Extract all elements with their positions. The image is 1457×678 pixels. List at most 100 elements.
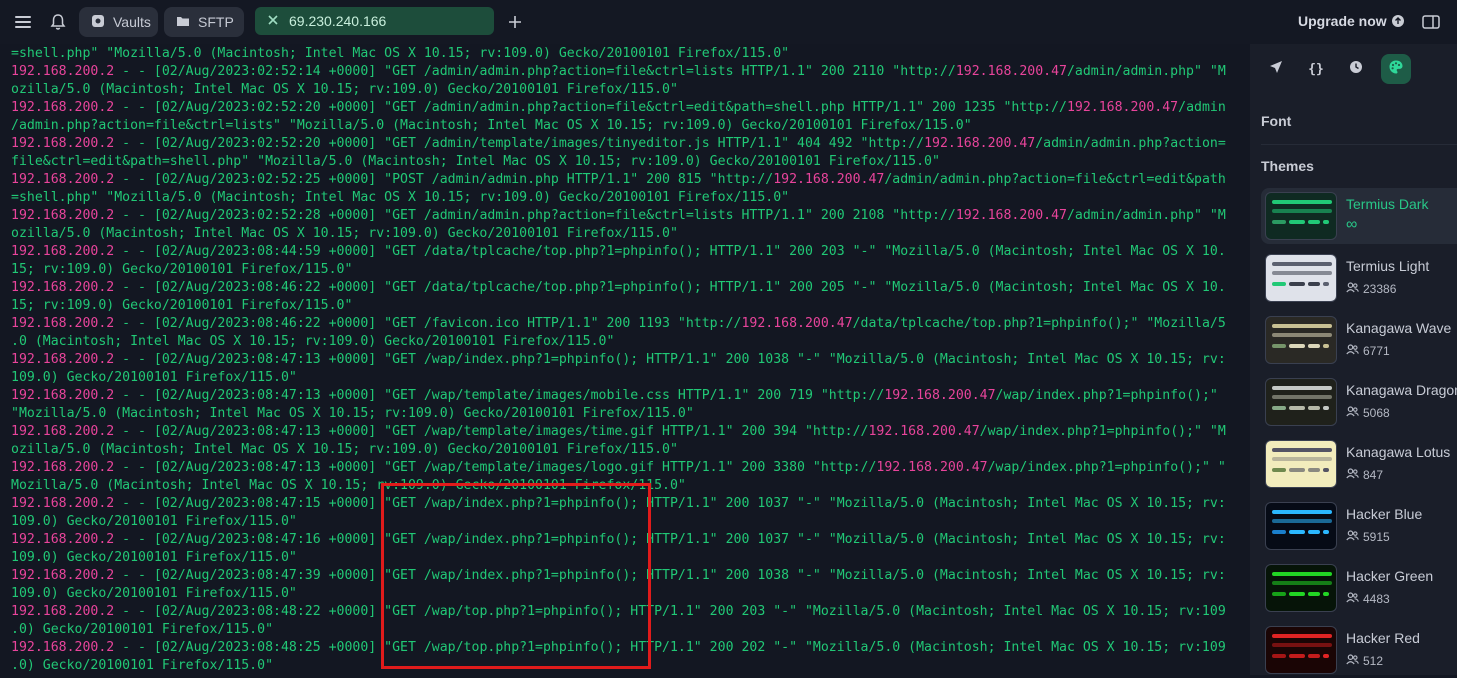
preview-bar [1272,209,1332,213]
appearance-panel: {} Font Themes Termius Dark ∞ Termius Ligh… [1250,44,1457,675]
terminal-output[interactable]: =shell.php" "Mozilla/5.0 (Macintosh; Int… [0,44,1250,675]
log-text: - - [02/Aug/2023:08:47:39 +0000] "GET /w… [114,568,1226,583]
side-panel-tabs: {} [1250,54,1457,88]
palette-icon [1388,59,1404,80]
upgrade-label: Upgrade now [1298,13,1387,29]
terminal-line: 192.168.200.2 - - [02/Aug/2023:08:46:22 … [11,315,1226,333]
font-section-label[interactable]: Font [1261,113,1291,129]
preview-bar [1289,592,1305,596]
log-text: - - [02/Aug/2023:02:52:28 +0000] "GET /a… [114,208,956,223]
preview-bar [1289,344,1305,348]
ip-address: 192.168.200.2 [11,460,115,475]
ip-address: 192.168.200.2 [11,100,115,115]
theme-users: 4483 [1346,592,1390,606]
theme-item[interactable]: Hacker Green 4483 [1261,560,1457,616]
theme-item[interactable]: Termius Dark ∞ [1261,188,1457,244]
ip-address: 192.168.200.47 [1066,100,1179,115]
preview-bar [1272,395,1332,399]
ip-address: 192.168.200.2 [11,280,115,295]
theme-item[interactable]: Kanagawa Lotus 847 [1261,436,1457,492]
ip-address: 192.168.200.47 [741,316,853,331]
theme-users: 23386 [1346,282,1396,296]
preview-bar [1272,271,1332,275]
preview-bar [1272,510,1332,514]
terminal-line: .0 (Macintosh; Intel Mac OS X 10.15; rv:… [11,333,614,351]
log-text: .0 (Macintosh; Intel Mac OS X 10.15; rv:… [11,334,615,349]
sidebar-toggle-icon[interactable] [1421,12,1441,32]
preview-bar [1272,344,1286,348]
users-icon [1346,654,1359,668]
users-icon [1346,344,1359,358]
terminal-line: file&ctrl=edit&path=shell.php" "Mozilla/… [11,153,940,171]
theme-meta-value: 5915 [1363,530,1390,544]
ip-address: 192.168.200.47 [955,64,1067,79]
terminal-line: 192.168.200.2 - - [02/Aug/2023:08:47:16 … [11,531,1226,549]
bell-icon[interactable] [48,12,68,32]
terminal-line: 192.168.200.2 - - [02/Aug/2023:08:48:25 … [11,639,1226,657]
theme-item[interactable]: Hacker Blue 5915 [1261,498,1457,554]
ip-address: 192.168.200.2 [11,316,115,331]
theme-name: Termius Dark [1346,196,1429,212]
log-text: - - [02/Aug/2023:08:46:22 +0000] "GET /f… [114,316,742,331]
terminal-line: 192.168.200.2 - - [02/Aug/2023:08:47:15 … [11,495,1226,513]
theme-item[interactable]: Hacker Red 512 [1261,622,1457,678]
preview-bar [1323,530,1329,534]
code-tab[interactable]: {} [1301,54,1331,84]
history-tab[interactable] [1341,54,1371,84]
users-icon [1346,530,1359,544]
log-text: /wap/index.php?1=phpinfo();" [995,388,1218,403]
ip-address: 192.168.200.2 [11,244,115,259]
terminal-line: 109.0) Gecko/20100101 Firefox/115.0" [11,513,297,531]
preview-bar [1323,468,1329,472]
theme-license: ∞ [1346,216,1357,234]
ip-address: 192.168.200.2 [11,424,115,439]
preview-bar [1272,530,1286,534]
theme-meta-value: ∞ [1346,216,1358,233]
terminal-line: =shell.php" "Mozilla/5.0 (Macintosh; Int… [11,45,789,63]
log-text: - - [02/Aug/2023:08:46:22 +0000] "GET /d… [114,280,1226,295]
preview-bar [1308,530,1320,534]
ip-address: 192.168.200.2 [11,496,115,511]
preview-bar [1308,592,1320,596]
preview-bar [1308,282,1320,286]
preview-bar [1308,220,1320,224]
preview-bar [1289,654,1305,658]
terminal-line: 192.168.200.2 - - [02/Aug/2023:08:47:13 … [11,459,1226,477]
log-text: 109.0) Gecko/20100101 Firefox/115.0" [11,550,297,565]
terminal-line: 192.168.200.2 - - [02/Aug/2023:08:46:22 … [11,279,1226,297]
terminal-line: 15; rv:109.0) Gecko/20100101 Firefox/115… [11,261,352,279]
divider [1261,144,1457,145]
appearance-tab[interactable] [1381,54,1411,84]
plus-icon[interactable] [505,12,525,32]
theme-name: Kanagawa Wave [1346,320,1452,336]
theme-meta-value: 23386 [1363,282,1397,296]
ip-address: 192.168.200.47 [924,136,1036,151]
theme-item[interactable]: Kanagawa Wave 6771 [1261,312,1457,368]
theme-item[interactable]: Kanagawa Dragon 5068 [1261,374,1457,430]
log-text: file&ctrl=edit&path=shell.php" "Mozilla/… [11,154,940,169]
theme-meta-value: 847 [1363,468,1384,482]
preview-bar [1272,572,1332,576]
theme-meta-value: 5068 [1363,406,1390,420]
theme-preview-thumbnail [1265,626,1337,674]
themes-section-label: Themes [1261,158,1314,174]
preview-bar [1272,519,1332,523]
log-text: - - [02/Aug/2023:08:47:16 +0000] "GET /w… [114,532,1226,547]
preview-bar [1323,654,1329,658]
close-icon[interactable] [267,13,279,29]
preview-bar [1323,592,1329,596]
theme-item[interactable]: Termius Light 23386 [1261,250,1457,306]
menu-icon[interactable] [13,12,33,32]
tab-sftp[interactable]: SFTP [164,7,244,37]
snippets-tab[interactable] [1261,54,1291,84]
tab-vaults[interactable]: Vaults [79,7,158,37]
terminal-line: 192.168.200.2 - - [02/Aug/2023:02:52:20 … [11,135,1226,153]
top-bar: Vaults SFTP 69.230.240.166 Upgrade now [0,0,1457,44]
preview-bar [1272,448,1332,452]
log-text: =shell.php" "Mozilla/5.0 (Macintosh; Int… [11,190,790,205]
terminal-line: 192.168.200.2 - - [02/Aug/2023:08:48:22 … [11,603,1226,621]
preview-bar [1308,654,1320,658]
tab-host-session[interactable]: 69.230.240.166 [255,7,494,35]
log-text: /data/tplcache/top.php?1=phpinfo();" "Mo… [852,316,1226,331]
upgrade-button[interactable]: Upgrade now [1298,13,1404,29]
